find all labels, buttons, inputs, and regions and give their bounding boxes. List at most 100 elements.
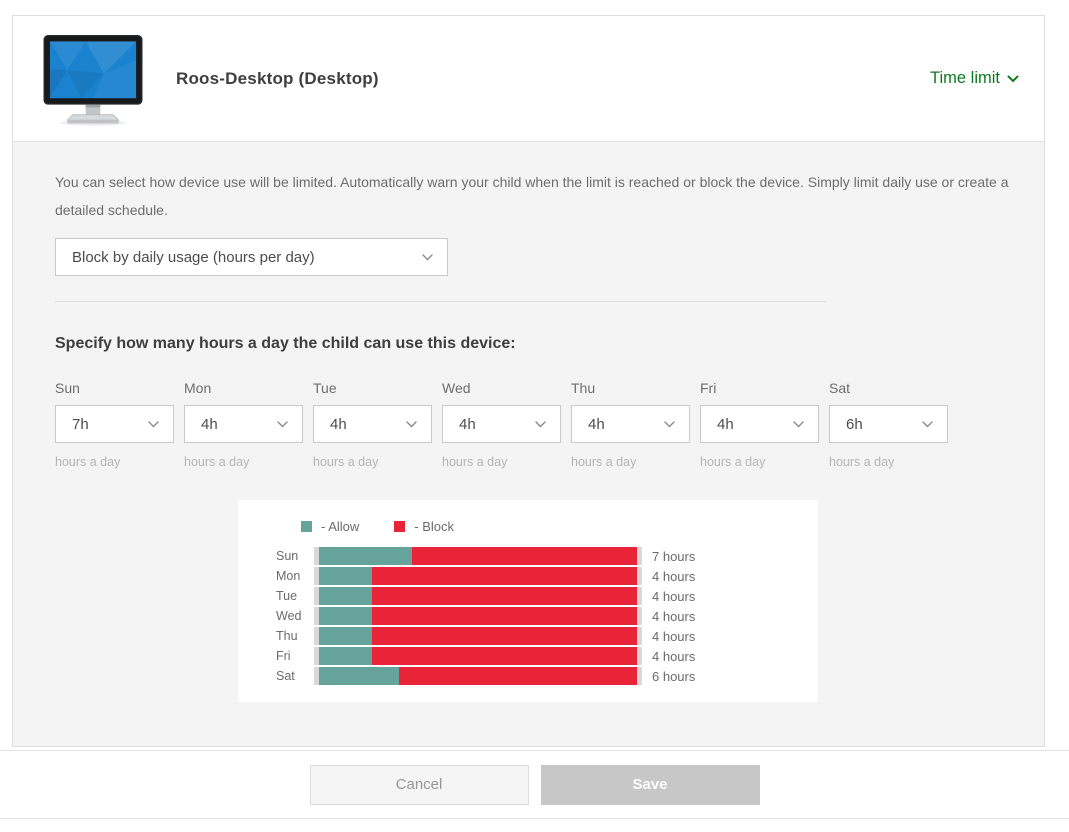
chart-value-label: 4 hours	[652, 608, 696, 624]
block-bar-segment	[372, 587, 637, 605]
day-label: Thu	[571, 380, 596, 396]
allow-bar-segment	[319, 607, 372, 625]
limit-description-text: You can select how device use will be li…	[55, 174, 1009, 218]
schedule-heading: Specify how many hours a day the child c…	[55, 335, 516, 352]
day-label: Wed	[442, 380, 471, 396]
day-hours-selected-value: 4h	[201, 415, 218, 433]
block-bar-segment	[372, 627, 637, 645]
chart-value-label: 6 hours	[652, 668, 696, 684]
day-hours-select-wed[interactable]: 4h	[442, 405, 561, 443]
day-column-thu: Thu 4h hours a day	[571, 380, 690, 470]
usage-bar-track	[314, 627, 642, 645]
chevron-down-icon	[535, 420, 546, 428]
chart-day-label: Sun	[276, 549, 299, 563]
day-hours-select-tue[interactable]: 4h	[313, 405, 432, 443]
chevron-down-icon	[422, 253, 433, 261]
day-hours-select-fri[interactable]: 4h	[700, 405, 819, 443]
legend-label: - Block	[414, 519, 455, 534]
day-unit-caption: hours a day	[442, 455, 508, 469]
chevron-down-icon	[922, 420, 933, 428]
day-column-sun: Sun 7h hours a day	[55, 380, 174, 470]
chevron-down-icon	[793, 420, 804, 428]
card-body: You can select how device use will be li…	[13, 142, 1044, 746]
chart-row: Sun 7 hours	[276, 546, 818, 566]
card-header: Roos-Desktop (Desktop) Time limit	[13, 16, 1044, 142]
day-hours-selected-value: 6h	[846, 415, 863, 433]
block-bar-segment	[398, 667, 637, 685]
device-title: Roos-Desktop (Desktop)	[176, 68, 379, 88]
day-unit-caption: hours a day	[829, 455, 895, 469]
chart-row: Thu 4 hours	[276, 626, 818, 646]
allow-bar-segment	[319, 567, 372, 585]
chart-row: Sat 6 hours	[276, 666, 818, 686]
day-hours-select-thu[interactable]: 4h	[571, 405, 690, 443]
allow-bar-segment	[319, 587, 372, 605]
chart-value-label: 4 hours	[652, 588, 696, 604]
block-bar-segment	[411, 547, 637, 565]
day-column-tue: Tue 4h hours a day	[313, 380, 432, 470]
chevron-down-icon	[1007, 75, 1019, 83]
monitor-icon	[38, 31, 148, 127]
chart-day-label: Fri	[276, 649, 291, 663]
allow-bar-segment	[319, 627, 372, 645]
limit-mode-select[interactable]: Block by daily usage (hours per day)	[55, 238, 448, 276]
day-unit-caption: hours a day	[313, 455, 379, 469]
day-unit-caption: hours a day	[571, 455, 637, 469]
usage-bar-track	[314, 667, 642, 685]
usage-bar-track	[314, 607, 642, 625]
day-hours-select-sat[interactable]: 6h	[829, 405, 948, 443]
chart-day-label: Sat	[276, 669, 295, 683]
day-label: Mon	[184, 380, 212, 396]
day-unit-caption: hours a day	[184, 455, 250, 469]
day-hours-selected-value: 7h	[72, 415, 89, 433]
chevron-down-icon	[406, 420, 417, 428]
chart-legend: - Allow - Block	[238, 500, 818, 534]
day-label: Tue	[313, 380, 337, 396]
legend-swatch-icon	[394, 521, 406, 532]
chart-row: Wed 4 hours	[276, 606, 818, 626]
day-unit-caption: hours a day	[55, 455, 121, 469]
chart-value-label: 4 hours	[652, 648, 696, 664]
chart-value-label: 4 hours	[652, 568, 696, 584]
daily-hours-row: Sun 7h hours a day Mon 4h hours a day Tue 4h hou…	[55, 380, 1014, 470]
day-column-sat: Sat 6h hours a day	[829, 380, 948, 470]
block-bar-segment	[372, 607, 637, 625]
chart-rows: Sun 7 hours Mon 4 hours Tue 4 hours Wed 4 hours…	[238, 546, 818, 686]
chart-row: Tue 4 hours	[276, 586, 818, 606]
chart-day-label: Thu	[276, 629, 298, 643]
day-column-mon: Mon 4h hours a day	[184, 380, 303, 470]
chevron-down-icon	[148, 420, 159, 428]
usage-bar-track	[314, 567, 642, 585]
day-label: Sat	[829, 380, 851, 396]
chart-row: Mon 4 hours	[276, 566, 818, 586]
day-hours-selected-value: 4h	[459, 415, 476, 433]
save-button[interactable]: Save	[540, 764, 760, 805]
day-label: Sun	[55, 380, 80, 396]
day-hours-select-mon[interactable]: 4h	[184, 405, 303, 443]
chart-row: Fri 4 hours	[276, 646, 818, 666]
limit-mode-selected-value: Block by daily usage (hours per day)	[72, 248, 315, 266]
day-hours-select-sun[interactable]: 7h	[55, 405, 174, 443]
block-bar-segment	[372, 647, 637, 665]
cancel-button[interactable]: Cancel	[309, 764, 529, 805]
allow-bar-segment	[319, 547, 412, 565]
chart-day-label: Tue	[276, 589, 298, 603]
legend-swatch-icon	[301, 521, 312, 532]
allow-bar-segment	[319, 667, 399, 685]
day-column-wed: Wed 4h hours a day	[442, 380, 561, 470]
section-divider	[55, 301, 826, 302]
day-column-fri: Fri 4h hours a day	[700, 380, 819, 470]
chart-day-label: Mon	[276, 569, 301, 583]
day-hours-selected-value: 4h	[717, 415, 734, 433]
day-label: Fri	[700, 380, 717, 396]
usage-bar-track	[314, 647, 642, 665]
chart-value-label: 7 hours	[652, 548, 696, 564]
action-footer: Cancel Save	[0, 750, 1069, 819]
allow-bar-segment	[319, 647, 372, 665]
time-limit-label: Time limit	[930, 69, 1000, 87]
block-bar-segment	[372, 567, 637, 585]
chart-day-label: Wed	[276, 609, 302, 623]
chart-value-label: 4 hours	[652, 628, 696, 644]
device-time-limit-card: Roos-Desktop (Desktop) Time limit You ca…	[12, 15, 1045, 747]
time-limit-menu[interactable]: Time limit	[930, 69, 1019, 88]
